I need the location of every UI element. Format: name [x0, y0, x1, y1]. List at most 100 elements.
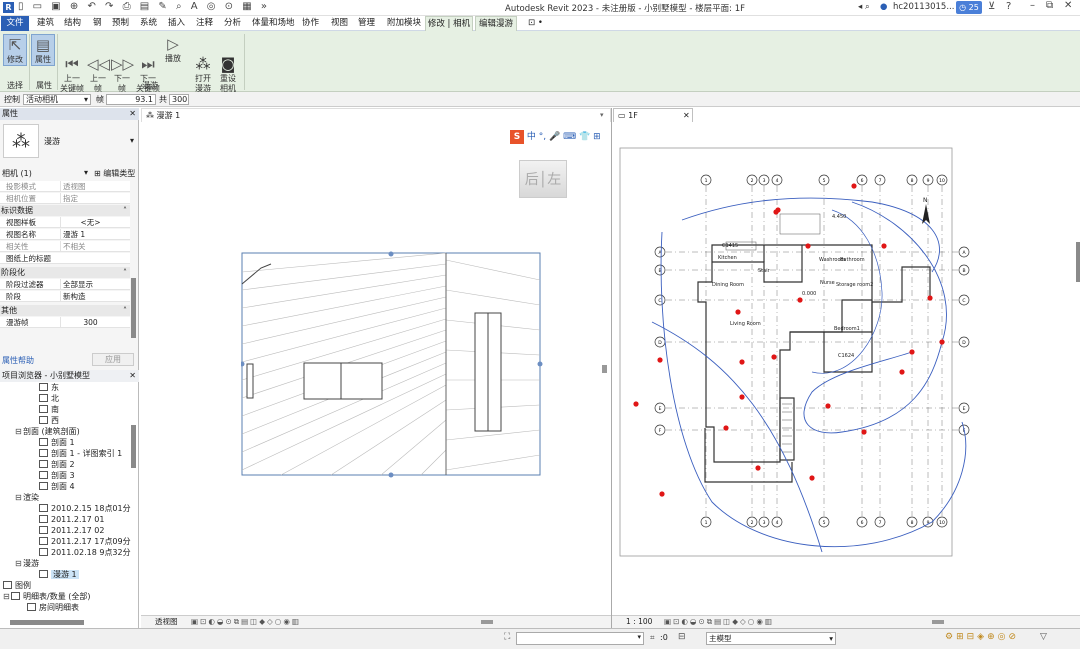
keyframe-point[interactable] [773, 209, 779, 215]
filter-icon[interactable]: ▽ [1040, 632, 1047, 642]
keyframe-point[interactable] [659, 491, 665, 497]
properties-help-link[interactable]: 属性帮助 [2, 355, 34, 366]
tree-item[interactable]: 剖面 1 - 详图索引 1 [39, 449, 122, 459]
keyframe-point[interactable] [909, 349, 915, 355]
cart-icon[interactable]: ⊻ [988, 1, 995, 12]
menu-edit-walkthrough[interactable]: 编辑漫游 [475, 16, 517, 31]
view-control-icons[interactable]: ▣⊡◐◒⊙⧉▤◫◆◇○◉▥ [191, 616, 301, 628]
tree-item[interactable]: 剖面 4 [39, 482, 75, 492]
section-phasing[interactable]: 阶段化 ˄ [0, 267, 130, 278]
editable-only-icon[interactable]: ⌗ [650, 633, 655, 643]
prop-row[interactable]: 视图样板 <无> [0, 217, 130, 228]
keyframe-point[interactable] [739, 394, 745, 400]
scale-label[interactable]: 1 : 100 [626, 616, 652, 628]
prev-keyframe-button[interactable]: ⏮ 上一 关键帧 [59, 34, 85, 93]
keyframe-point[interactable] [851, 183, 857, 189]
keyframe-point[interactable] [899, 369, 905, 375]
keyframe-point[interactable] [797, 297, 803, 303]
viewcube[interactable]: 后│左 [519, 160, 567, 198]
splitter-handle[interactable] [602, 365, 607, 373]
trial-badge[interactable]: ◷ 25 [956, 1, 982, 14]
keyframe-point[interactable] [861, 429, 867, 435]
tree-item[interactable]: 东 [39, 383, 59, 393]
horizontal-scrollbar[interactable] [481, 620, 493, 624]
scrollbar[interactable] [131, 278, 136, 338]
quick-access-toolbar[interactable]: ▯ ▭ ▣ ⊕ ↶ ↷ ⎙ ▤ ✎ ⌕ A ◎ ⊙ ▦ » [18, 1, 270, 12]
keyframe-point[interactable] [735, 309, 741, 315]
keyframe-point[interactable] [723, 425, 729, 431]
keyframe-point[interactable] [805, 243, 811, 249]
minimize-button[interactable]: – [1030, 0, 1035, 11]
prop-row[interactable]: 图纸上的标题 [0, 253, 130, 264]
play-button[interactable]: ▷ 播放 [162, 34, 184, 78]
search-icon[interactable]: ◂ ⌕ [858, 2, 870, 12]
floor-plan-view[interactable]: 1 1 2 2 3 3 4 4 5 5 6 6 7 7 8 8 9 9 10 10 A A B B C C D D E E F F Kitch… [612, 122, 1080, 615]
menu-modify-camera[interactable]: 修改 | 相机 [425, 16, 473, 31]
tree-item[interactable]: 2011.02.18 9点32分 [39, 548, 131, 558]
next-keyframe-button[interactable]: ⏭ 下一 关键帧 [135, 34, 161, 93]
keyframe-point[interactable] [633, 401, 639, 407]
prev-frame-button[interactable]: ◁◁ 上一 帧 [87, 34, 110, 93]
tree-item[interactable]: 西 [39, 416, 59, 426]
section-identity-data[interactable]: 标识数据 ˄ [0, 205, 130, 216]
tree-item[interactable]: 2011.2.17 02 [39, 526, 104, 536]
expand-toggle-icon[interactable]: ⊟ [3, 592, 11, 602]
instance-filter[interactable]: 相机 (1) [2, 168, 32, 179]
properties-button[interactable]: ▤ 属性 [31, 34, 55, 66]
reset-camera-button[interactable]: ◙ 重设 相机 [216, 34, 240, 93]
restore-button[interactable]: ⧉ [1046, 0, 1053, 11]
expand-toggle-icon[interactable]: ⊟ [15, 427, 23, 437]
tree-item[interactable]: 剖面 3 [39, 471, 75, 481]
keyframe-point[interactable] [881, 243, 887, 249]
keyframe-point[interactable] [825, 403, 831, 409]
keyframe-point[interactable] [939, 339, 945, 345]
keyframe-point[interactable] [657, 357, 663, 363]
ime-toolbar[interactable]: S 中 °, 🎤 ⌨ 👕 ⊞ [510, 129, 601, 144]
tree-item[interactable]: ⊟ 明细表/数量 (全部) [3, 592, 90, 602]
tree-item[interactable]: ⊟漫游 [15, 559, 39, 569]
user-name[interactable]: hc20113015... [893, 2, 954, 12]
close-icon[interactable]: ✕ [683, 109, 690, 123]
type-dropdown-icon[interactable]: ▾ [130, 136, 134, 145]
tree-item[interactable]: 2011.2.17 01 [39, 515, 104, 525]
tree-item[interactable]: 漫游 1 [39, 570, 79, 580]
keyframe-point[interactable] [809, 475, 815, 481]
tree-item[interactable]: ⊟剖面 (建筑剖面) [15, 427, 80, 437]
horizontal-scrollbar[interactable] [932, 620, 944, 624]
help-icon[interactable]: ? [1006, 1, 1011, 12]
selection-filter-icons[interactable]: ⚙⊞⊟◈⊕◎⊘ [945, 632, 1019, 642]
modify-button[interactable]: ⇱ 修改 [3, 34, 27, 66]
user-icon[interactable]: ● [880, 2, 887, 12]
edit-type-button[interactable]: ⊞ 编辑类型 [94, 168, 135, 179]
workset-select[interactable]: ▾ [516, 632, 644, 645]
tree-item[interactable]: 剖面 2 [39, 460, 75, 470]
prop-row[interactable]: 漫游帧 300 [0, 317, 130, 328]
menu-architecture[interactable]: 建筑 [37, 16, 54, 31]
expand-toggle-icon[interactable]: ⊟ [15, 559, 23, 569]
menu-analyze[interactable]: 分析 [224, 16, 241, 31]
tree-item[interactable]: 北 [39, 394, 59, 404]
design-options-icon[interactable]: ⊟ [678, 632, 686, 642]
close-icon[interactable]: ✕ [129, 370, 136, 382]
close-button[interactable]: ✕ [1064, 0, 1072, 11]
expand-toggle-icon[interactable]: ⊟ [15, 493, 23, 503]
prop-row[interactable]: 视图名称 漫游 1 [0, 229, 130, 240]
tab-floor-plan[interactable]: ▭ 1F ✕ [613, 108, 693, 122]
next-frame-button[interactable]: ▷▷ 下一 帧 [111, 34, 134, 93]
menu-addins[interactable]: 附加模块 [387, 16, 421, 31]
workset-icon[interactable]: ⛶ [504, 632, 510, 642]
open-walkthrough-button[interactable]: ⁂ 打开 漫游 [191, 34, 215, 93]
menu-file[interactable]: 文件 [1, 16, 29, 31]
tree-item[interactable]: 剖面 1 [39, 438, 75, 448]
keyframe-point[interactable] [739, 359, 745, 365]
tree-item[interactable]: 房间明细表 [27, 603, 79, 613]
menu-annotate[interactable]: 注释 [196, 16, 213, 31]
scrollbar[interactable] [131, 425, 136, 468]
menu-precast[interactable]: 预制 [112, 16, 129, 31]
menu-systems[interactable]: 系统 [140, 16, 157, 31]
menu-manage[interactable]: 管理 [358, 16, 375, 31]
menu-collaborate[interactable]: 协作 [302, 16, 319, 31]
tree-item[interactable]: 2010.2.15 18点01分 [39, 504, 131, 514]
keyframe-point[interactable] [771, 354, 777, 360]
section-other[interactable]: 其他 ˄ [0, 305, 130, 316]
